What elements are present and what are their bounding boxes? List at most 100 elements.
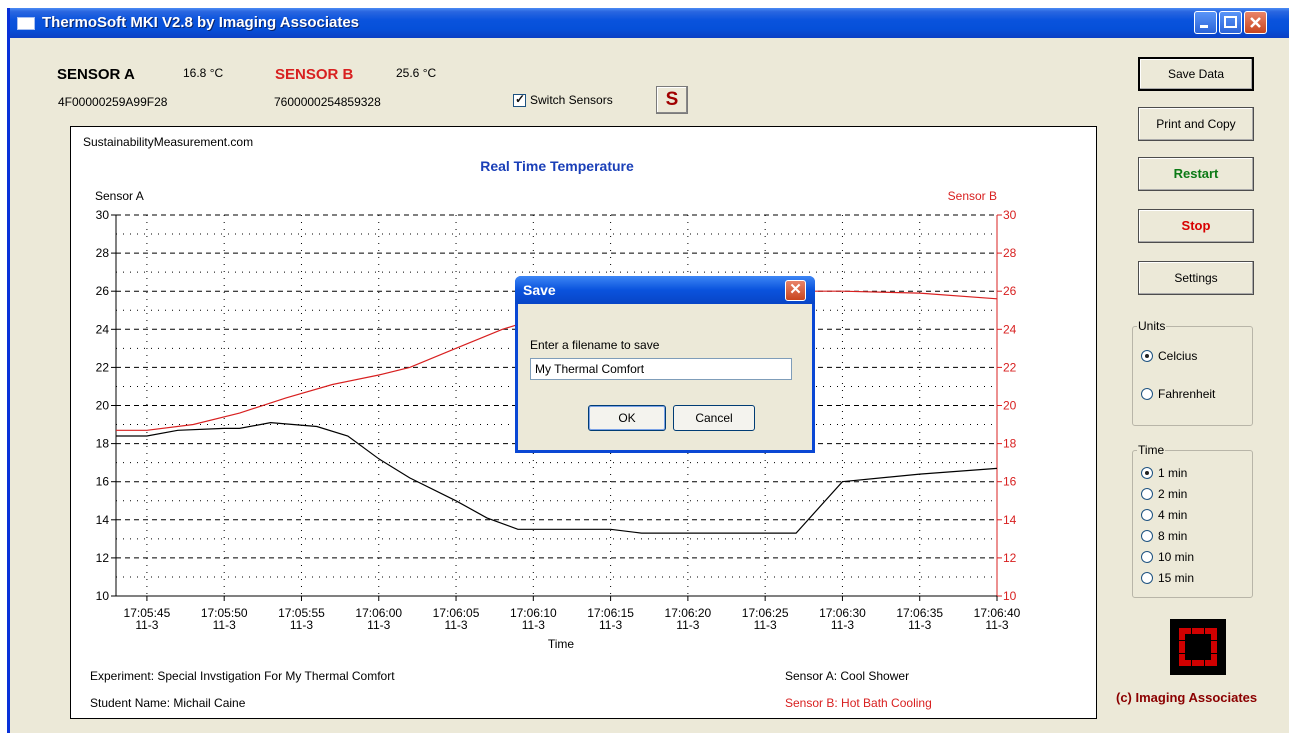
sensor-a-legend: Sensor A: Cool Shower <box>785 669 909 683</box>
right-tick-label: 12 <box>1003 551 1017 565</box>
time-option-label: 10 min <box>1158 550 1195 564</box>
close-icon: ✕ <box>789 281 802 298</box>
units-group-title: Units <box>1137 319 1167 333</box>
save-data-button[interactable]: Save Data <box>1138 57 1254 91</box>
left-tick-label: 20 <box>96 399 110 413</box>
left-axis-label: Sensor A <box>95 189 144 203</box>
title-bar[interactable]: ThermoSoft MKI V2.8 by Imaging Associate… <box>10 8 1289 38</box>
units-group: Units Celcius Fahrenheit <box>1132 319 1253 426</box>
time-option-label: 1 min <box>1158 466 1188 480</box>
radio-icon <box>1141 530 1153 542</box>
x-tick-date-label: 11-3 <box>985 618 1008 632</box>
close-icon <box>1250 17 1261 28</box>
x-tick-date-label: 11-3 <box>367 618 390 632</box>
x-tick-date-label: 11-3 <box>831 618 854 632</box>
left-tick-label: 18 <box>96 437 110 451</box>
time-option-10min[interactable]: 10 min <box>1141 550 1194 564</box>
right-tick-label: 18 <box>1003 437 1017 451</box>
switch-sensors-label[interactable]: Switch Sensors <box>530 93 613 107</box>
dialog-body: Enter a filename to save OK Cancel <box>518 304 812 450</box>
right-tick-label: 16 <box>1003 475 1017 489</box>
right-tick-label: 14 <box>1003 513 1017 527</box>
left-tick-label: 16 <box>96 475 110 489</box>
settings-button[interactable]: Settings <box>1138 261 1254 295</box>
units-option-label: Fahrenheit <box>1158 387 1216 401</box>
dialog-title: Save <box>523 282 556 298</box>
left-tick-label: 10 <box>96 589 110 603</box>
x-tick-date-label: 11-3 <box>522 618 545 632</box>
dialog-title-bar[interactable]: Save ✕ <box>515 276 815 304</box>
sensor-b-name: SENSOR B <box>275 66 354 83</box>
radio-icon <box>1141 388 1153 400</box>
maximize-button[interactable] <box>1219 11 1242 34</box>
print-and-copy-button[interactable]: Print and Copy <box>1138 107 1254 141</box>
time-option-label: 2 min <box>1158 487 1188 501</box>
units-option-celcius[interactable]: Celcius <box>1141 349 1197 363</box>
sensor-b-value: 25.6 °C <box>396 66 437 80</box>
left-tick-label: 12 <box>96 551 110 565</box>
units-option-label: Celcius <box>1158 349 1198 363</box>
time-option-label: 8 min <box>1158 529 1188 543</box>
right-tick-label: 20 <box>1003 399 1017 413</box>
left-tick-label: 28 <box>96 246 110 260</box>
left-tick-label: 30 <box>96 208 110 222</box>
x-tick-date-label: 11-3 <box>908 618 931 632</box>
radio-icon <box>1141 572 1153 584</box>
minimize-button[interactable] <box>1194 11 1217 34</box>
left-tick-label: 14 <box>96 513 110 527</box>
right-tick-label: 10 <box>1003 589 1017 603</box>
x-axis-title: Time <box>548 637 575 651</box>
close-button[interactable] <box>1244 11 1267 34</box>
right-tick-label: 24 <box>1003 322 1017 336</box>
right-axis-label: Sensor B <box>948 189 997 203</box>
time-option-label: 4 min <box>1158 508 1188 522</box>
x-tick-date-label: 11-3 <box>754 618 777 632</box>
x-tick-date-label: 11-3 <box>599 618 622 632</box>
right-tick-label: 22 <box>1003 360 1017 374</box>
right-tick-label: 30 <box>1003 208 1017 222</box>
chart-site-label: SustainabilityMeasurement.com <box>83 135 253 149</box>
x-tick-date-label: 11-3 <box>290 618 313 632</box>
dialog-close-button[interactable]: ✕ <box>785 280 806 301</box>
time-option-8min[interactable]: 8 min <box>1141 529 1187 543</box>
left-tick-label: 24 <box>96 322 110 336</box>
switch-sensors-checkbox[interactable] <box>513 92 526 107</box>
radio-icon <box>1141 467 1153 479</box>
radio-icon <box>1141 350 1153 362</box>
dialog-prompt: Enter a filename to save <box>530 338 660 352</box>
time-option-1min[interactable]: 1 min <box>1141 466 1187 480</box>
filename-input[interactable] <box>530 358 792 380</box>
units-option-fahrenheit[interactable]: Fahrenheit <box>1141 387 1215 401</box>
time-option-4min[interactable]: 4 min <box>1141 508 1187 522</box>
imaging-associates-logo <box>1170 619 1226 675</box>
x-tick-date-label: 11-3 <box>676 618 699 632</box>
right-tick-label: 26 <box>1003 284 1017 298</box>
ok-button[interactable]: OK <box>588 405 666 431</box>
sensor-b-legend: Sensor B: Hot Bath Cooling <box>785 696 932 710</box>
logo-mark <box>1179 628 1217 666</box>
restart-button[interactable]: Restart <box>1138 157 1254 191</box>
x-tick-date-label: 11-3 <box>135 618 158 632</box>
time-option-label: 15 min <box>1158 571 1195 585</box>
minimize-icon <box>1200 25 1208 28</box>
stop-button[interactable]: Stop <box>1138 209 1254 243</box>
radio-icon <box>1141 488 1153 500</box>
radio-icon <box>1141 509 1153 521</box>
time-group: Time 1 min 2 min 4 min 8 min 10 min 15 m… <box>1132 443 1253 598</box>
window-title: ThermoSoft MKI V2.8 by Imaging Associate… <box>42 14 360 31</box>
app-window: ThermoSoft MKI V2.8 by Imaging Associate… <box>7 8 1289 733</box>
sensor-a-id: 4F00000259A99F28 <box>58 95 168 109</box>
s-button[interactable]: S <box>656 86 688 114</box>
copyright-text: (c) Imaging Associates <box>1116 690 1258 705</box>
left-tick-label: 26 <box>96 284 110 298</box>
sensor-a-value: 16.8 °C <box>183 66 224 80</box>
cancel-button[interactable]: Cancel <box>673 405 755 431</box>
time-option-2min[interactable]: 2 min <box>1141 487 1187 501</box>
x-tick-date-label: 11-3 <box>213 618 236 632</box>
time-option-15min[interactable]: 15 min <box>1141 571 1194 585</box>
app-icon <box>17 17 35 30</box>
x-tick-date-label: 11-3 <box>444 618 467 632</box>
left-tick-label: 22 <box>96 360 110 374</box>
time-group-title: Time <box>1137 443 1166 457</box>
sensor-b-id: 7600000254859328 <box>274 95 381 109</box>
